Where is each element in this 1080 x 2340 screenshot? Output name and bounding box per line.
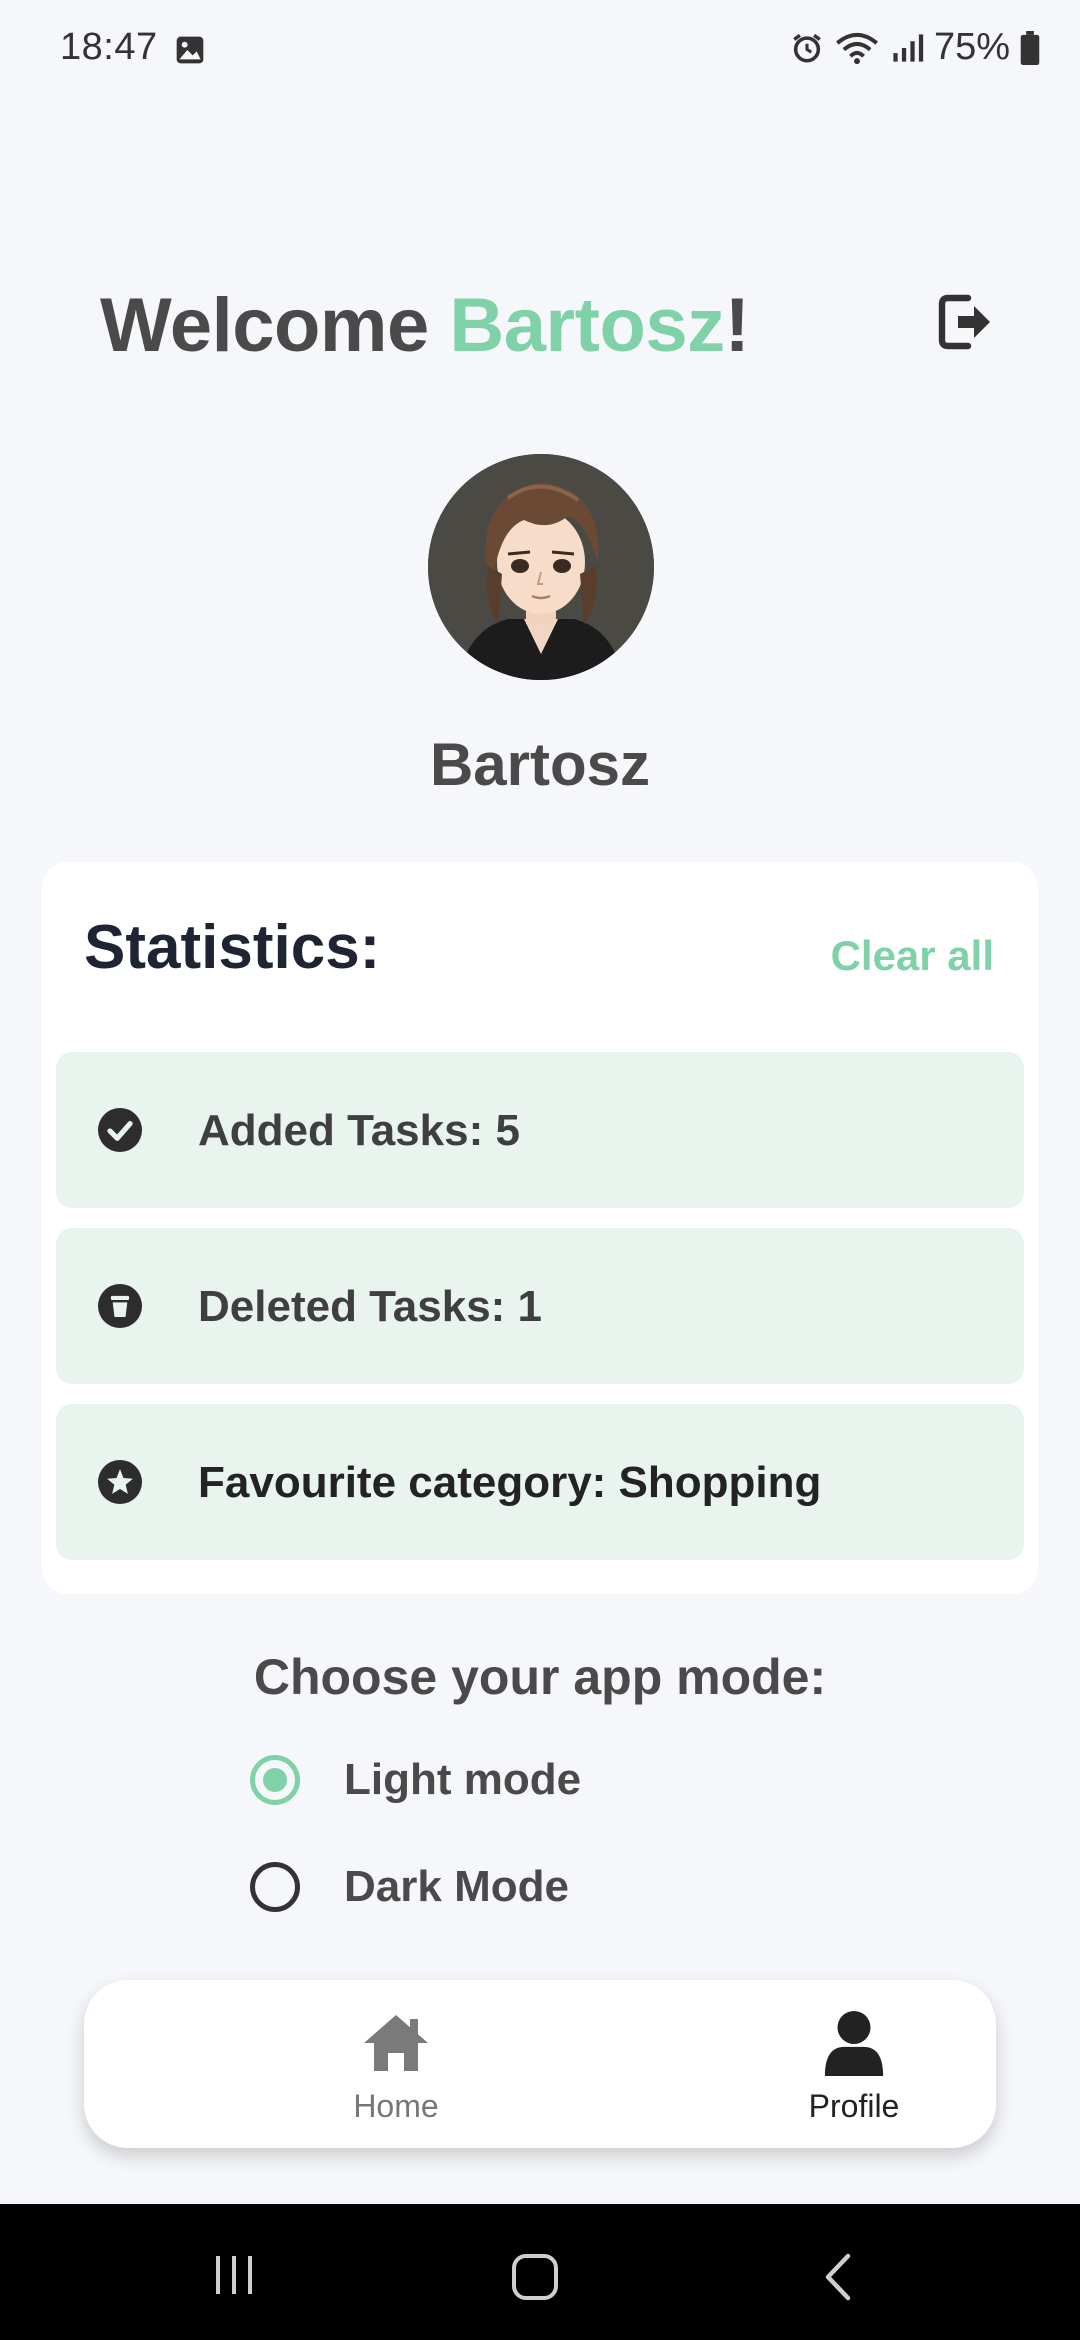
dark-mode-label[interactable]: Dark Mode	[344, 1862, 569, 1912]
stat-label: Deleted Tasks: 1	[198, 1282, 543, 1331]
battery-icon	[1020, 30, 1040, 65]
dark-mode-radio[interactable]	[250, 1862, 300, 1912]
profile-name: Bartosz	[429, 731, 651, 798]
status-icons: 75%	[790, 26, 1040, 69]
user-icon	[824, 2010, 884, 2076]
stat-deleted-tasks: Deleted Tasks: 1	[56, 1228, 1024, 1384]
welcome-heading: Welcome Bartosz!	[100, 282, 750, 369]
welcome-prefix: Welcome	[100, 283, 450, 368]
home-system-icon[interactable]	[510, 2252, 560, 2302]
stat-added-tasks: Added Tasks: 5	[56, 1052, 1024, 1208]
back-icon[interactable]	[820, 2252, 856, 2302]
logout-icon[interactable]	[932, 290, 996, 354]
wifi-icon	[835, 32, 878, 64]
check-circle-icon	[98, 1108, 142, 1152]
welcome-suffix: !	[724, 283, 750, 368]
system-nav-bar	[0, 2204, 1080, 2340]
avatar-illustration	[428, 454, 654, 680]
battery-percent: 75%	[933, 26, 1010, 68]
statistics-title: Statistics:	[84, 913, 381, 982]
dark-mode-option[interactable]: Dark Mode	[250, 1857, 569, 1917]
nav-home[interactable]: Home	[296, 2010, 496, 2125]
welcome-user-name: Bartosz	[449, 283, 725, 368]
light-mode-option[interactable]: Light mode	[250, 1750, 581, 1810]
recent-apps-icon[interactable]	[210, 2252, 258, 2298]
nav-profile-label: Profile	[808, 2088, 900, 2124]
status-bar: 18:47 75%	[0, 0, 1080, 100]
avatar	[428, 454, 654, 680]
light-mode-radio[interactable]	[250, 1755, 300, 1805]
nav-home-label: Home	[353, 2088, 439, 2124]
app-mode-title: Choose your app mode:	[253, 1649, 827, 1705]
nav-profile[interactable]: Profile	[754, 2010, 954, 2125]
stat-label: Favourite category: Shopping	[198, 1458, 822, 1507]
signal-icon	[893, 33, 924, 62]
image-icon	[176, 36, 204, 64]
home-icon	[364, 2015, 428, 2071]
light-mode-label[interactable]: Light mode	[344, 1755, 581, 1805]
star-circle-icon	[98, 1460, 142, 1504]
stat-favourite-category: Favourite category: Shopping	[56, 1404, 1024, 1560]
alarm-icon	[793, 33, 821, 63]
stat-label: Added Tasks: 5	[198, 1106, 520, 1155]
trash-circle-icon	[98, 1284, 142, 1328]
clear-all-button[interactable]: Clear all	[831, 932, 994, 980]
bottom-nav: Home Profile	[84, 1980, 996, 2148]
status-time: 18:47	[60, 26, 158, 68]
statistics-card: Statistics: Clear all Added Tasks: 5 Del…	[42, 862, 1038, 1594]
